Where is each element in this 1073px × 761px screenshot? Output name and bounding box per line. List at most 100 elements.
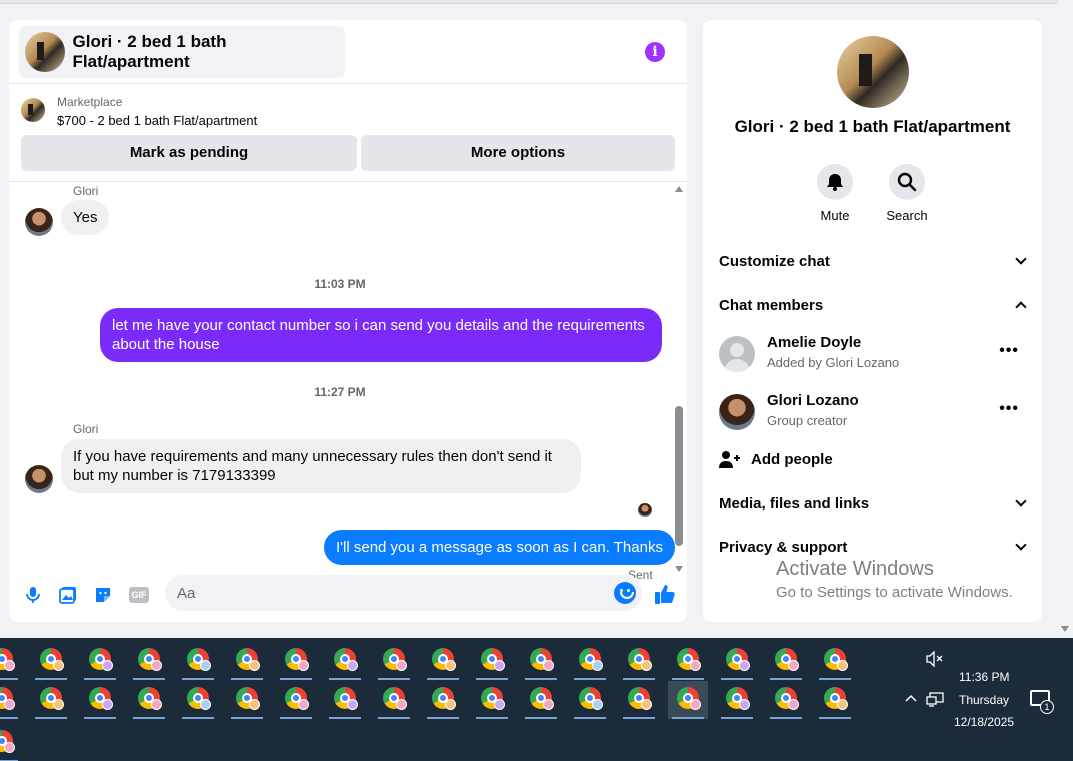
chrome-taskbar-button[interactable] bbox=[178, 642, 218, 680]
customize-chat-row[interactable]: Customize chat bbox=[719, 253, 1027, 273]
chrome-taskbar-button[interactable] bbox=[521, 681, 561, 719]
privacy-support-row[interactable]: Privacy & support bbox=[719, 539, 1027, 559]
photo-icon[interactable] bbox=[58, 585, 78, 605]
media-files-links-label: Media, files and links bbox=[719, 495, 870, 512]
listing-thumbnail bbox=[25, 32, 65, 72]
chrome-taskbar-button[interactable] bbox=[619, 681, 659, 719]
chrome-taskbar-button[interactable] bbox=[276, 642, 316, 680]
scroll-up-arrow[interactable] bbox=[675, 186, 683, 192]
chrome-taskbar-button[interactable] bbox=[815, 681, 855, 719]
chevron-up-icon[interactable] bbox=[904, 692, 918, 706]
chrome-taskbar-button[interactable] bbox=[374, 642, 414, 680]
chrome-taskbar-button[interactable] bbox=[619, 642, 659, 680]
profile-badge-icon bbox=[739, 660, 750, 671]
outgoing-message: let me have your contact number so i can… bbox=[100, 308, 662, 362]
scroll-thumb[interactable] bbox=[675, 406, 683, 546]
message-input[interactable] bbox=[177, 583, 597, 603]
running-indicator bbox=[182, 678, 214, 680]
chrome-taskbar-button[interactable] bbox=[717, 681, 757, 719]
notification-count: 1 bbox=[1040, 700, 1054, 714]
chrome-taskbar-button[interactable] bbox=[31, 642, 71, 680]
muted-speaker-icon[interactable] bbox=[926, 650, 944, 670]
more-icon[interactable]: ••• bbox=[999, 342, 1019, 360]
chrome-taskbar-button[interactable] bbox=[668, 681, 708, 719]
running-indicator bbox=[231, 678, 263, 680]
chrome-taskbar-button[interactable] bbox=[423, 681, 463, 719]
chrome-taskbar-button[interactable] bbox=[0, 724, 22, 761]
media-files-links-row[interactable]: Media, files and links bbox=[719, 495, 1027, 515]
message-input-wrapper[interactable] bbox=[165, 575, 642, 611]
conversation-photo[interactable] bbox=[837, 36, 909, 108]
glori-avatar[interactable] bbox=[25, 465, 53, 493]
glori-avatar[interactable] bbox=[25, 208, 53, 236]
activate-windows-subtitle: Go to Settings to activate Windows. bbox=[776, 584, 1013, 601]
listing-small-thumbnail[interactable] bbox=[21, 98, 45, 122]
chat-members-row[interactable]: Chat members bbox=[719, 297, 1027, 317]
clock-date[interactable]: 12/18/2025 bbox=[954, 715, 1014, 729]
chrome-taskbar-button[interactable] bbox=[227, 642, 267, 680]
chrome-taskbar-button[interactable] bbox=[0, 681, 22, 719]
profile-badge-icon bbox=[837, 660, 848, 671]
network-icon[interactable] bbox=[926, 692, 944, 711]
listing-title[interactable]: $700 - 2 bed 1 bath Flat/apartment bbox=[57, 113, 257, 128]
message-list: Glori Yes 11:03 PM let me have your cont… bbox=[9, 182, 687, 582]
chrome-taskbar-button[interactable] bbox=[374, 681, 414, 719]
more-options-button[interactable]: More options bbox=[361, 135, 675, 171]
running-indicator bbox=[672, 717, 704, 719]
mute-button[interactable]: Mute bbox=[805, 164, 865, 223]
gif-icon[interactable]: GIF bbox=[129, 587, 149, 603]
chrome-taskbar-button[interactable] bbox=[472, 642, 512, 680]
message-scrollbar[interactable] bbox=[673, 184, 685, 576]
member-row[interactable]: Amelie Doyle Added by Glori Lozano ••• bbox=[719, 334, 1027, 374]
chrome-taskbar-button[interactable] bbox=[325, 681, 365, 719]
chrome-taskbar-button[interactable] bbox=[178, 681, 218, 719]
thumbs-up-icon[interactable] bbox=[654, 583, 676, 605]
profile-badge-icon bbox=[592, 660, 603, 671]
chrome-taskbar-button[interactable] bbox=[80, 681, 120, 719]
chrome-taskbar-button[interactable] bbox=[0, 642, 22, 680]
profile-badge-icon bbox=[445, 699, 456, 710]
clock-day[interactable]: Thursday bbox=[959, 693, 1009, 707]
member-subtitle: Added by Glori Lozano bbox=[767, 355, 900, 370]
clock-time[interactable]: 11:36 PM bbox=[959, 670, 1009, 684]
running-indicator bbox=[427, 717, 459, 719]
chrome-taskbar-button[interactable] bbox=[570, 681, 610, 719]
member-name: Amelie Doyle bbox=[767, 334, 862, 351]
chrome-taskbar-button[interactable] bbox=[31, 681, 71, 719]
chrome-taskbar-button[interactable] bbox=[129, 642, 169, 680]
member-row[interactable]: Glori Lozano Group creator ••• bbox=[719, 392, 1027, 432]
chrome-taskbar-button[interactable] bbox=[227, 681, 267, 719]
message-timestamp: 11:27 PM bbox=[314, 385, 366, 399]
mark-as-pending-button[interactable]: Mark as pending bbox=[21, 135, 357, 171]
message-sender: Glori bbox=[73, 422, 99, 436]
chrome-taskbar-button[interactable] bbox=[668, 642, 708, 680]
microphone-icon[interactable] bbox=[23, 585, 43, 605]
running-indicator bbox=[329, 678, 361, 680]
message-sender: Glori bbox=[73, 184, 99, 198]
chrome-taskbar-button[interactable] bbox=[276, 681, 316, 719]
browser-top-border bbox=[0, 0, 1058, 4]
chrome-taskbar-button[interactable] bbox=[766, 642, 806, 680]
chrome-taskbar-button[interactable] bbox=[766, 681, 806, 719]
more-icon[interactable]: ••• bbox=[999, 400, 1019, 418]
chrome-taskbar-button[interactable] bbox=[129, 681, 169, 719]
chrome-taskbar-button[interactable] bbox=[521, 642, 561, 680]
sticker-icon[interactable] bbox=[93, 585, 113, 605]
search-label: Search bbox=[886, 208, 928, 223]
chrome-taskbar-button[interactable] bbox=[570, 642, 610, 680]
chrome-taskbar-button[interactable] bbox=[717, 642, 757, 680]
chrome-taskbar-button[interactable] bbox=[325, 642, 365, 680]
running-indicator bbox=[0, 717, 18, 719]
chrome-taskbar-button[interactable] bbox=[423, 642, 463, 680]
conversation-info-panel: Glori · 2 bed 1 bath Flat/apartment Mute… bbox=[703, 20, 1042, 622]
chrome-taskbar-button[interactable] bbox=[80, 642, 120, 680]
conversation-title-button[interactable]: Glori · 2 bed 1 bath Flat/apartment bbox=[19, 26, 345, 78]
chrome-taskbar-button[interactable] bbox=[815, 642, 855, 680]
profile-badge-icon bbox=[543, 699, 554, 710]
chrome-taskbar-button[interactable] bbox=[472, 681, 512, 719]
search-button[interactable]: Search bbox=[877, 164, 937, 223]
info-panel-title: Glori · 2 bed 1 bath Flat/apartment bbox=[734, 117, 1011, 136]
emoji-icon[interactable] bbox=[614, 582, 636, 604]
info-icon[interactable]: i bbox=[645, 42, 665, 62]
page-scroll-down-arrow[interactable] bbox=[1061, 626, 1069, 632]
